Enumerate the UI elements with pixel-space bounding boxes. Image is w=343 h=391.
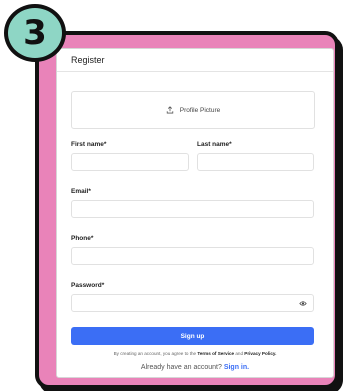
password-label: Password* (71, 282, 105, 289)
step-number: 3 (23, 13, 47, 53)
sign-in-link[interactable]: Sign in. (224, 364, 249, 371)
step-badge: 3 (4, 4, 66, 62)
email-label: Email* (71, 188, 91, 195)
first-name-label: First name* (71, 141, 107, 148)
page-title: Register (71, 55, 105, 65)
sign-in-prompt: Already have an account? Sign in. (140, 364, 250, 371)
email-field[interactable] (71, 200, 314, 218)
password-field[interactable] (71, 294, 314, 312)
card-header: Register (57, 49, 333, 72)
register-card: Register Profile Picture First name* Las… (56, 48, 334, 378)
terms-text: By creating an account, you agree to the… (113, 351, 277, 356)
privacy-policy-link[interactable]: Privacy Policy. (244, 351, 276, 356)
eye-icon[interactable] (299, 300, 307, 307)
phone-label: Phone* (71, 235, 94, 242)
terms-of-service-link[interactable]: Terms of Service (197, 351, 234, 356)
last-name-field[interactable] (197, 153, 314, 171)
last-name-label: Last name* (197, 141, 232, 148)
profile-picture-label: Profile Picture (179, 106, 221, 114)
first-name-field[interactable] (71, 153, 189, 171)
sign-up-button[interactable]: Sign up (71, 327, 314, 345)
phone-field[interactable] (71, 247, 314, 265)
upload-icon (166, 106, 173, 114)
profile-picture-upload[interactable]: Profile Picture (71, 91, 315, 129)
